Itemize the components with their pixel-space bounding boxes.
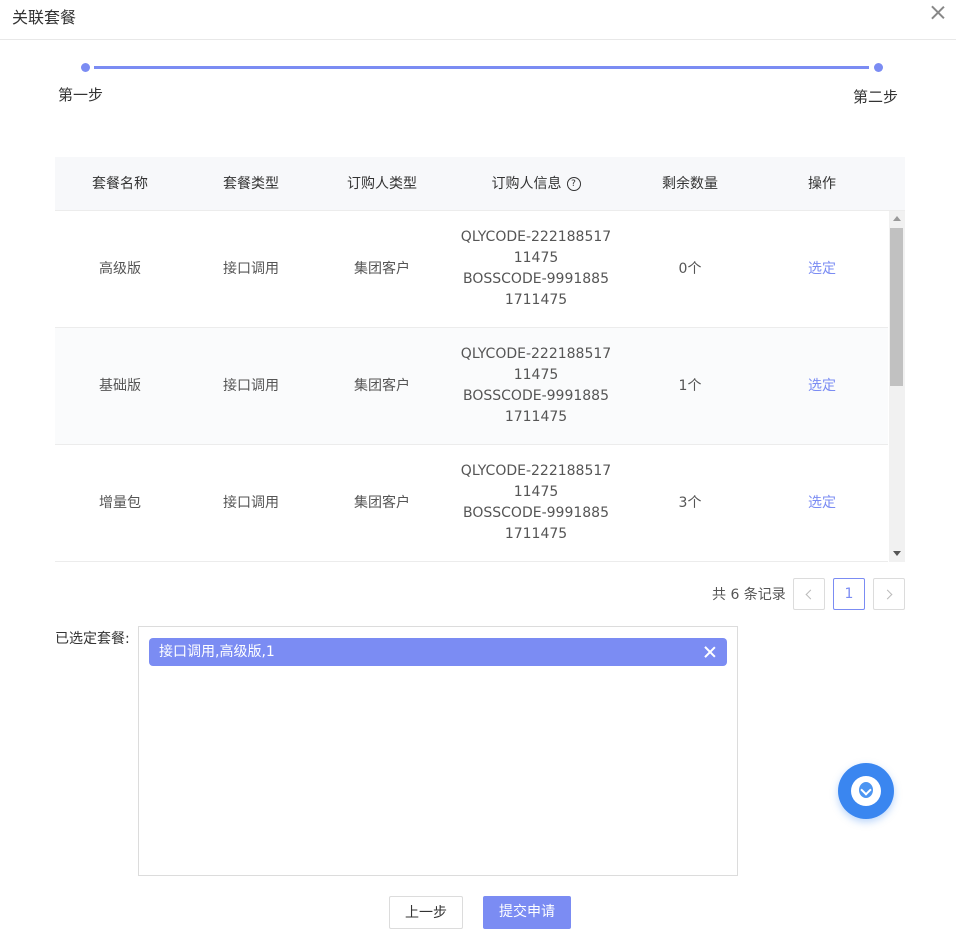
step-2-dot xyxy=(874,63,883,72)
info-line: QLYCODE-222188517 xyxy=(460,229,612,245)
selected-package-tag: 接口调用,高级版,1 xyxy=(149,638,727,666)
chevron-right-icon xyxy=(882,589,893,600)
info-line: 1711475 xyxy=(504,292,568,308)
step-1-label: 第一步 xyxy=(58,86,104,104)
header-buyer-type: 订购人类型 xyxy=(347,176,417,192)
cell-buyer-type: 集团客户 xyxy=(354,377,410,394)
page-1-button[interactable]: 1 xyxy=(833,578,865,610)
cell-remaining: 3个 xyxy=(678,494,702,511)
select-link[interactable]: 选定 xyxy=(808,493,836,514)
table-body[interactable]: 高级版 接口调用 集团客户 QLYCODE-222188517 11475 BO… xyxy=(55,211,888,562)
cell-remaining: 0个 xyxy=(678,260,702,277)
total-records: 共 6 条记录 xyxy=(712,587,786,603)
submit-button[interactable]: 提交申请 xyxy=(483,896,571,929)
header-remaining: 剩余数量 xyxy=(662,176,718,192)
prev-step-button[interactable]: 上一步 xyxy=(389,896,463,929)
cell-package-name: 增量包 xyxy=(99,494,141,511)
cell-remaining: 1个 xyxy=(678,377,702,394)
selected-packages-box: 接口调用,高级版,1 xyxy=(138,626,738,876)
info-line: QLYCODE-222188517 xyxy=(460,346,612,362)
cell-package-type: 接口调用 xyxy=(223,377,279,394)
header-action: 操作 xyxy=(808,176,836,192)
select-link[interactable]: 选定 xyxy=(808,259,836,280)
cell-package-type: 接口调用 xyxy=(223,494,279,511)
select-link[interactable]: 选定 xyxy=(808,376,836,397)
info-line: QLYCODE-222188517 xyxy=(460,463,612,479)
chevron-left-icon xyxy=(805,589,816,600)
table-row: 基础版 接口调用 集团客户 QLYCODE-222188517 11475 BO… xyxy=(55,328,888,445)
tag-close-icon[interactable] xyxy=(703,645,717,659)
header-package-type: 套餐类型 xyxy=(223,176,279,192)
info-line: BOSSCODE-9991885 xyxy=(463,505,609,521)
cell-action: 选定 xyxy=(755,211,888,327)
scroll-down-arrow-icon[interactable] xyxy=(893,551,901,556)
step-indicator: 第一步 第二步 xyxy=(0,50,956,110)
info-line: 1711475 xyxy=(504,526,568,542)
question-circle-icon[interactable]: ? xyxy=(566,177,581,191)
scroll-up-arrow-icon[interactable] xyxy=(893,216,901,221)
cell-buyer-type: 集团客户 xyxy=(354,260,410,277)
cell-package-name: 基础版 xyxy=(99,377,141,394)
scrollbar-thumb[interactable] xyxy=(890,228,903,386)
cell-buyer-info: QLYCODE-222188517 11475 BOSSCODE-9991885… xyxy=(447,328,625,444)
floating-assistant-button[interactable] xyxy=(838,763,894,819)
table-scrollbar[interactable] xyxy=(889,211,905,562)
cell-buyer-type: 集团客户 xyxy=(354,494,410,511)
selected-packages-label: 已选定套餐: xyxy=(55,631,130,647)
info-line: 11475 xyxy=(513,367,559,383)
next-page-button[interactable] xyxy=(873,578,905,610)
info-line: 1711475 xyxy=(504,409,568,425)
info-line: BOSSCODE-9991885 xyxy=(463,271,609,287)
cell-action: 选定 xyxy=(755,445,888,561)
info-line: BOSSCODE-9991885 xyxy=(463,388,609,404)
table-row: 高级版 接口调用 集团客户 QLYCODE-222188517 11475 BO… xyxy=(55,211,888,328)
dialog-title: 关联套餐 xyxy=(12,8,77,27)
cell-buyer-info: QLYCODE-222188517 11475 BOSSCODE-9991885… xyxy=(447,445,625,561)
header-package-name: 套餐名称 xyxy=(92,176,148,192)
header-buyer-info: 订购人信息? xyxy=(447,157,625,211)
step-1-dot xyxy=(81,63,90,72)
dialog-header: 关联套餐 xyxy=(0,0,956,40)
selected-package-tag-label: 接口调用,高级版,1 xyxy=(159,644,275,660)
cell-buyer-info: QLYCODE-222188517 11475 BOSSCODE-9991885… xyxy=(447,211,625,327)
step-progress-line xyxy=(94,66,869,69)
pagination: 共 6 条记录 1 xyxy=(0,578,956,610)
cell-package-type: 接口调用 xyxy=(223,260,279,277)
header-buyer-info-label: 订购人信息 xyxy=(491,176,562,192)
cell-action: 选定 xyxy=(755,328,888,444)
package-table: 套餐名称 套餐类型 订购人类型 订购人信息? 剩余数量 操作 高级版 接口调用 … xyxy=(55,157,905,562)
info-line: 11475 xyxy=(513,484,559,500)
table-row: 增量包 接口调用 集团客户 QLYCODE-222188517 11475 BO… xyxy=(55,445,888,562)
info-line: 11475 xyxy=(513,250,559,266)
close-icon[interactable] xyxy=(928,3,948,23)
step-2-label: 第二步 xyxy=(853,88,899,106)
cell-package-name: 高级版 xyxy=(99,260,141,277)
download-drop-icon xyxy=(851,776,881,806)
prev-page-button[interactable] xyxy=(793,578,825,610)
table-header: 套餐名称 套餐类型 订购人类型 订购人信息? 剩余数量 操作 xyxy=(55,157,905,211)
